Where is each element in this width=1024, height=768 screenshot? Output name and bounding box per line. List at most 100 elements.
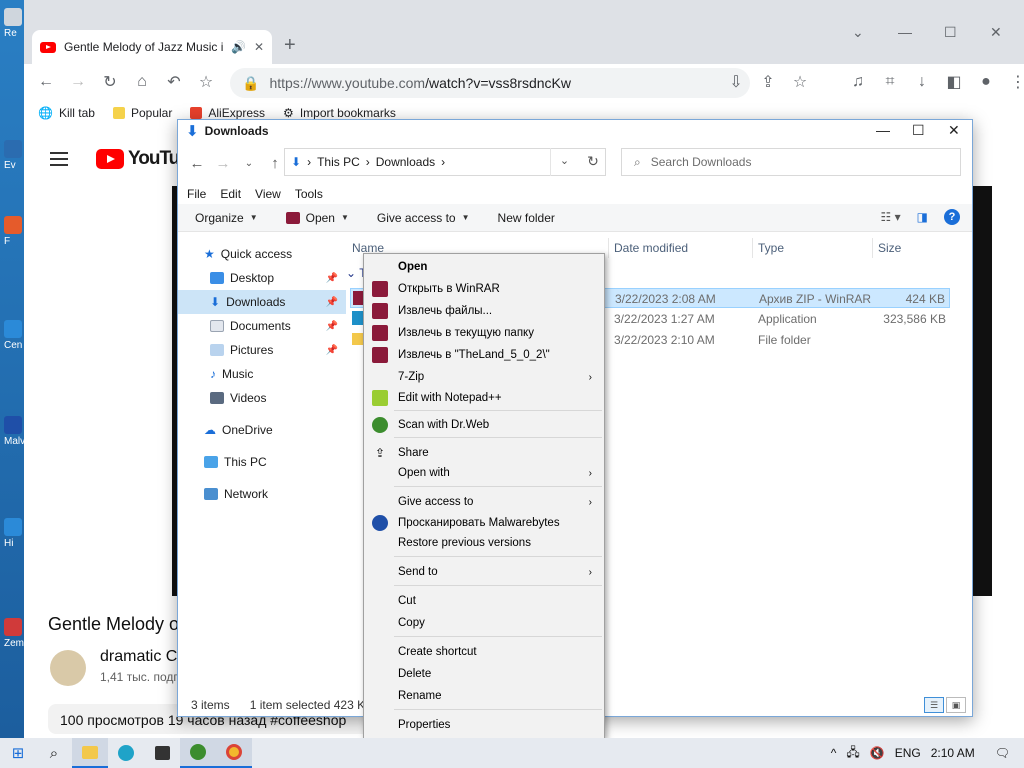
menu-item-open-with[interactable]: Open with › <box>366 463 602 483</box>
menu-item-extract-here[interactable]: Извлечь в текущую папку <box>366 323 602 343</box>
organize-button[interactable]: Organize ▼ <box>195 211 258 225</box>
bookmark-import[interactable]: ⚙ Import bookmarks <box>283 106 396 120</box>
close-window-icon[interactable]: ✕ <box>990 24 1002 41</box>
desktop-icon-zem[interactable]: Zem <box>4 618 26 649</box>
refresh-icon[interactable]: ↻ <box>580 148 606 176</box>
menu-item-open-winrar[interactable]: Открыть в WinRAR <box>366 279 602 299</box>
undo-icon[interactable]: ↶ <box>158 66 190 98</box>
search-button[interactable]: ⌕ <box>36 738 72 768</box>
bookmark-aliexpress[interactable]: AliExpress <box>190 106 265 120</box>
media-icon[interactable]: ♫ <box>842 66 874 98</box>
nav-music[interactable]: ♪ Music <box>178 362 346 386</box>
give-access-button[interactable]: Give access to ▼ <box>377 211 470 225</box>
menu-item-delete[interactable]: Delete <box>366 664 602 684</box>
desktop-icon-cen[interactable]: Cen <box>4 320 26 351</box>
open-button[interactable]: Open ▼ <box>285 211 349 225</box>
language-indicator[interactable]: ENG <box>895 746 921 760</box>
install-icon[interactable]: ⇩ <box>720 66 752 98</box>
nav-desktop[interactable]: Desktop 📌 <box>178 266 346 290</box>
close-icon[interactable]: ✕ <box>948 122 960 139</box>
clock[interactable]: 2:10 AM <box>931 746 975 760</box>
menu-item-7zip[interactable]: 7-Zip › <box>366 367 602 387</box>
taskbar-explorer[interactable] <box>72 738 108 768</box>
menu-item-send-to[interactable]: Send to › <box>366 562 602 582</box>
menu-tools[interactable]: Tools <box>295 187 323 201</box>
home-icon[interactable]: ⌂ <box>126 66 158 98</box>
nav-videos[interactable]: Videos <box>178 386 346 410</box>
taskbar-store[interactable] <box>144 738 180 768</box>
browser-tab[interactable]: Gentle Melody of Jazz Music in 🔊 ✕ <box>32 30 272 64</box>
forward-icon[interactable]: → <box>62 66 94 98</box>
maximize-icon[interactable]: ☐ <box>912 122 925 139</box>
nav-onedrive[interactable]: ☁ OneDrive <box>178 418 346 442</box>
preview-pane-icon[interactable]: ◨ <box>917 210 928 224</box>
star-icon[interactable]: ☆ <box>784 66 816 98</box>
details-view-icon[interactable]: ☰ <box>924 697 944 713</box>
menu-file[interactable]: File <box>187 187 206 201</box>
menu-item-extract-to[interactable]: Извлечь в "TheLand_5_0_2\" <box>366 345 602 365</box>
minimize-icon[interactable]: — <box>898 24 912 40</box>
column-size[interactable]: Size <box>878 241 901 255</box>
column-date-modified[interactable]: Date modified <box>614 241 688 255</box>
menu-item-cut[interactable]: Cut <box>366 591 602 611</box>
desktop-icon-f[interactable]: F <box>4 216 26 247</box>
desktop-icon-malv[interactable]: Malv <box>4 416 26 447</box>
crop-icon[interactable]: ⌗ <box>874 66 906 98</box>
reload-icon[interactable]: ↻ <box>94 66 126 98</box>
minimize-icon[interactable]: — <box>876 122 890 138</box>
menu-item-rename[interactable]: Rename <box>366 686 602 706</box>
menu-item-copy[interactable]: Copy <box>366 613 602 633</box>
menu-edit[interactable]: Edit <box>220 187 241 201</box>
channel-name[interactable]: dramatic C <box>100 648 177 666</box>
search-box[interactable]: ⌕ Search Downloads <box>621 148 961 176</box>
notifications-icon[interactable]: 🗨 <box>995 746 1010 760</box>
menu-item-create-shortcut[interactable]: Create shortcut <box>366 642 602 662</box>
menu-item-restore-versions[interactable]: Restore previous versions <box>366 533 602 553</box>
tab-search-icon[interactable]: ⌄ <box>852 24 864 41</box>
change-view-icon[interactable]: ☷ ▾ <box>881 210 901 224</box>
speaker-icon[interactable]: 🔊 <box>231 40 246 54</box>
large-icons-view-icon[interactable]: ▣ <box>946 697 966 713</box>
taskbar-edge[interactable] <box>108 738 144 768</box>
taskbar-drweb[interactable] <box>180 738 216 768</box>
channel-avatar[interactable] <box>50 650 86 686</box>
menu-item-give-access[interactable]: Give access to › <box>366 492 602 512</box>
recent-chevron-icon[interactable]: ⌄ <box>236 158 262 169</box>
start-button[interactable]: ⊞ <box>0 738 36 768</box>
address-bar[interactable]: 🔒 https://www.youtube.com/watch?v=vss8rs… <box>230 68 750 98</box>
help-icon[interactable]: ? <box>944 209 960 225</box>
menu-item-open[interactable]: Open <box>366 257 602 277</box>
desktop-icon-recycle-bin[interactable]: Re <box>4 8 26 39</box>
new-folder-button[interactable]: New folder <box>498 211 555 225</box>
network-icon[interactable]: 🖧 <box>846 743 859 764</box>
menu-item-extract-files[interactable]: Извлечь файлы... <box>366 301 602 321</box>
download-icon[interactable]: ↓ <box>906 66 938 98</box>
nav-this-pc[interactable]: This PC <box>178 450 346 474</box>
back-icon[interactable]: ← <box>30 66 62 98</box>
address-dropdown-icon[interactable]: ⌄ <box>550 148 578 176</box>
menu-item-malwarebytes[interactable]: Просканировать Malwarebytes <box>366 513 602 533</box>
new-tab-button[interactable]: + <box>284 34 296 57</box>
bookmark-star-icon[interactable]: ☆ <box>190 66 222 98</box>
profile-icon[interactable]: ● <box>970 66 1002 98</box>
bookmark-popular[interactable]: Popular <box>112 106 172 120</box>
menu-item-drweb[interactable]: Scan with Dr.Web <box>366 415 602 435</box>
forward-icon[interactable]: → <box>210 155 236 172</box>
menu-item-notepad[interactable]: Edit with Notepad++ <box>366 388 602 408</box>
maximize-icon[interactable]: ☐ <box>944 24 957 41</box>
share-icon[interactable]: ⇪ <box>752 66 784 98</box>
back-icon[interactable]: ← <box>184 155 210 172</box>
breadcrumb-this-pc[interactable]: This PC <box>317 155 360 169</box>
menu-kebab-icon[interactable]: ⋮ <box>1002 66 1024 98</box>
taskbar-chrome[interactable] <box>216 738 252 768</box>
nav-documents[interactable]: Documents 📌 <box>178 314 346 338</box>
close-tab-icon[interactable]: ✕ <box>254 40 264 54</box>
menu-item-properties[interactable]: Properties <box>366 715 602 735</box>
desktop-icon-ev[interactable]: Ev <box>4 140 26 171</box>
bookmark-kill-tab[interactable]: 🌐 Kill tab <box>38 106 95 120</box>
menu-item-share[interactable]: ⇪ Share <box>366 443 602 463</box>
menu-view[interactable]: View <box>255 187 281 201</box>
desktop-icon-hi[interactable]: Hi <box>4 518 26 549</box>
youtube-logo[interactable]: YouTub <box>96 148 191 170</box>
sidepanel-icon[interactable]: ◧ <box>938 66 970 98</box>
